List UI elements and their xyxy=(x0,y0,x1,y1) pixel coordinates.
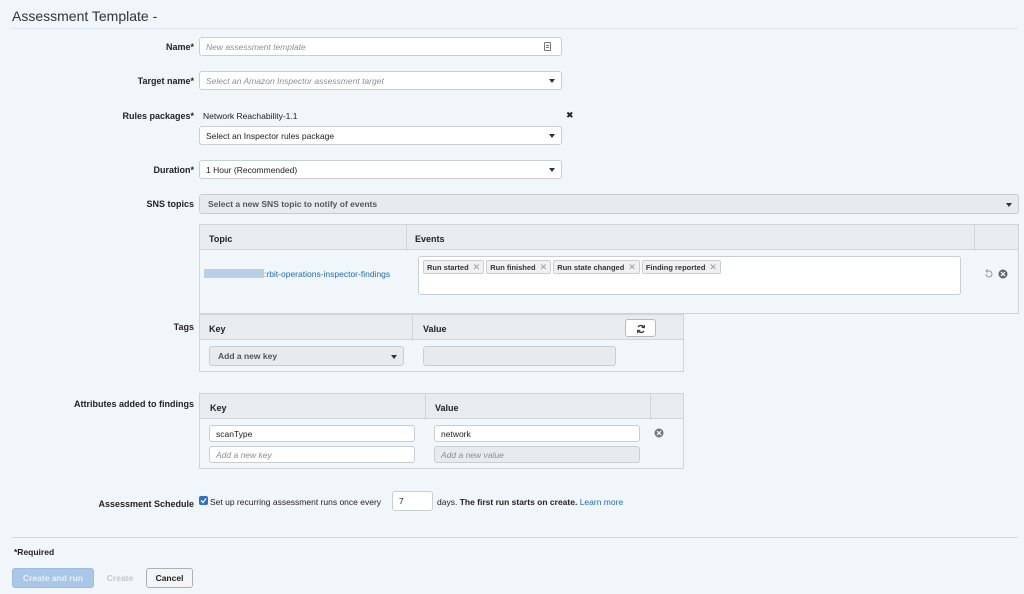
event-chip-label: Run state changed xyxy=(557,262,625,272)
event-chip-label: Run finished xyxy=(490,262,536,272)
event-chip-label: Finding reported xyxy=(645,262,706,272)
name-input[interactable]: New assessment template xyxy=(199,37,562,56)
rules-package-placeholder: Select an Inspector rules package xyxy=(206,130,335,141)
tags-label: Tags xyxy=(173,322,194,332)
remove-rules-package-icon[interactable]: ✖ xyxy=(566,110,574,121)
name-label: Name* xyxy=(165,42,194,52)
tag-key-placeholder: Add a new key xyxy=(218,351,278,361)
create-and-run-button[interactable]: Create and run xyxy=(12,568,94,588)
remove-topic-icon[interactable] xyxy=(998,269,1008,279)
schedule-days-text: days. The first run starts on create. Le… xyxy=(437,497,623,507)
new-attribute-value-input[interactable]: Add a new value xyxy=(434,446,640,463)
sns-topic-select[interactable]: Select a new SNS topic to notify of even… xyxy=(199,194,1019,214)
create-button[interactable]: Create xyxy=(98,568,142,588)
assessment-schedule-label: Assessment Schedule xyxy=(98,499,194,509)
sns-events-input[interactable]: Run started ✕ Run finished ✕ Run state chang… xyxy=(418,256,961,295)
new-attribute-key-input[interactable]: Add a new key xyxy=(209,446,415,463)
rules-package-select[interactable]: Select an Inspector rules package xyxy=(199,126,562,145)
chevron-down-icon xyxy=(391,355,397,359)
schedule-text: Set up recurring assessment runs once ev… xyxy=(210,497,382,507)
event-chip: Run state changed ✕ xyxy=(553,260,640,274)
days-input[interactable]: 7 xyxy=(392,491,433,511)
chevron-down-icon xyxy=(1006,203,1012,207)
duration-select[interactable]: 1 Hour (Recommended) xyxy=(199,160,562,179)
redacted-account-id xyxy=(204,269,264,278)
rules-package-selected: Network Reachability-1.1 xyxy=(203,111,298,121)
tag-key-select[interactable]: Add a new key xyxy=(209,346,404,366)
sns-topics-table: Topic Events :rbit-operations-inspector-… xyxy=(199,224,1019,314)
attributes-col-value: Value xyxy=(435,403,459,413)
remove-event-icon[interactable]: ✕ xyxy=(709,262,717,273)
target-name-label: Target name* xyxy=(137,76,194,86)
remove-event-icon[interactable]: ✕ xyxy=(628,262,636,273)
divider xyxy=(12,537,1018,538)
attributes-table-header: Key Value xyxy=(199,393,684,420)
rules-packages-label: Rules packages* xyxy=(122,111,194,121)
remove-event-icon[interactable]: ✕ xyxy=(473,262,481,273)
recurring-checkbox[interactable] xyxy=(199,496,208,505)
sns-topic-placeholder: Select a new SNS topic to notify of even… xyxy=(208,199,378,209)
tags-col-value: Value xyxy=(423,324,447,334)
required-note: *Required xyxy=(14,547,55,557)
attributes-label: Attributes added to findings xyxy=(74,399,194,409)
undo-icon[interactable] xyxy=(984,269,994,279)
page-title: Assessment Template - xyxy=(12,8,158,24)
event-chip-label: Run started xyxy=(427,262,469,272)
attribute-value-input[interactable]: network xyxy=(434,425,640,442)
first-run-note: The first run starts on create. xyxy=(459,497,578,507)
checkmark-icon xyxy=(200,498,207,504)
tags-col-key: Key xyxy=(209,324,226,334)
duration-value: 1 Hour (Recommended) xyxy=(206,164,298,175)
target-name-select[interactable]: Select an Amazon Inspector assessment ta… xyxy=(199,71,562,90)
chevron-down-icon xyxy=(549,168,555,172)
refresh-icon xyxy=(637,324,645,334)
chevron-down-icon xyxy=(549,134,555,138)
sns-table-header: Topic Events xyxy=(199,224,1019,251)
sns-topics-label: SNS topics xyxy=(146,199,194,209)
sns-col-topic: Topic xyxy=(209,234,233,244)
remove-attribute-icon[interactable] xyxy=(654,428,664,438)
clipboard-icon xyxy=(544,42,551,51)
attributes-table: Key Value scanType network Add a new key… xyxy=(199,393,684,469)
days-label: days. xyxy=(437,497,458,507)
tag-value-input[interactable] xyxy=(423,346,616,366)
attribute-key-input[interactable]: scanType xyxy=(209,425,415,442)
tags-table: Key Value Add a new key xyxy=(199,314,684,372)
divider xyxy=(12,28,1018,29)
cancel-button[interactable]: Cancel xyxy=(146,568,193,588)
tags-table-header: Key Value xyxy=(199,314,684,341)
event-chip: Finding reported ✕ xyxy=(641,260,721,274)
remove-event-icon[interactable]: ✕ xyxy=(540,262,548,273)
learn-more-link[interactable]: Learn more xyxy=(580,497,623,507)
refresh-button[interactable] xyxy=(625,319,656,337)
duration-label: Duration* xyxy=(153,165,195,175)
target-name-placeholder: Select an Amazon Inspector assessment ta… xyxy=(206,75,384,86)
chevron-down-icon xyxy=(549,79,555,83)
event-chip: Run started ✕ xyxy=(423,260,485,274)
sns-col-events: Events xyxy=(415,234,445,244)
event-chip: Run finished ✕ xyxy=(486,260,552,274)
sns-topic-link[interactable]: :rbit-operations-inspector-findings xyxy=(264,269,390,279)
attributes-col-key: Key xyxy=(210,403,227,413)
